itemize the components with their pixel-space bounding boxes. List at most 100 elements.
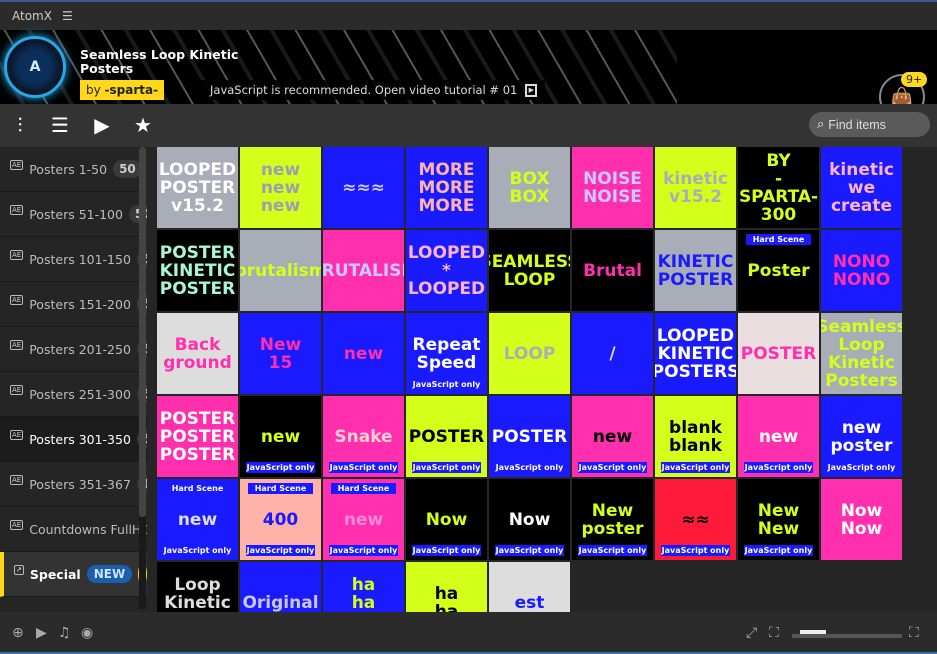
poster-thumbnail[interactable]: LOOP bbox=[489, 313, 570, 394]
video-icon[interactable]: ▶ bbox=[36, 625, 47, 641]
poster-thumbnail[interactable]: BOX BOX bbox=[489, 147, 570, 228]
sidebar-item-label: Posters 101-150 bbox=[29, 251, 131, 267]
poster-thumbnail[interactable]: LOOPED KINETIC POSTERS bbox=[655, 313, 736, 394]
poster-text: Repeat Speed bbox=[412, 334, 481, 373]
item-count-badge: 50 bbox=[113, 160, 142, 178]
poster-thumbnail[interactable]: new Hard Scene JavaScript only bbox=[323, 479, 404, 560]
sidebar-item[interactable]: AE Countdowns FullHD bbox=[0, 507, 147, 552]
poster-text: POSTER bbox=[408, 426, 485, 447]
list-view-icon[interactable]: ☰ bbox=[48, 114, 72, 136]
poster-thumbnail[interactable]: New 15 bbox=[240, 313, 321, 394]
ae-file-icon: AE bbox=[10, 295, 24, 305]
poster-thumbnail[interactable]: LOOPED * LOOPED bbox=[406, 230, 487, 311]
poster-thumbnail[interactable]: Now Now bbox=[821, 479, 902, 560]
poster-text: BOX BOX bbox=[509, 168, 550, 207]
poster-thumbnail[interactable]: Seamless Loop Kinetic Posters bbox=[821, 313, 902, 394]
poster-text: blank blank bbox=[669, 417, 722, 456]
large-grid-icon[interactable]: ⛶ bbox=[909, 625, 919, 641]
poster-thumbnail[interactable]: POSTER JavaScript only bbox=[489, 396, 570, 477]
poster-thumbnail[interactable]: New New JavaScript only bbox=[738, 479, 819, 560]
star-icon[interactable]: ★ bbox=[131, 114, 155, 136]
zoom-slider[interactable] bbox=[792, 634, 902, 638]
hamburger-icon[interactable]: ☰ bbox=[62, 9, 73, 23]
search-box[interactable]: ⌕ bbox=[809, 112, 930, 137]
javascript-only-label: JavaScript only bbox=[744, 545, 813, 556]
sidebar-item[interactable]: AEPosters 51-10050 bbox=[0, 192, 147, 237]
poster-thumbnail[interactable]: New poster JavaScript only bbox=[572, 479, 653, 560]
sliders-icon[interactable]: ⫶ bbox=[8, 114, 32, 136]
sidebar: AEPosters 1-5050AEPosters 51-10050AEPost… bbox=[0, 147, 147, 612]
javascript-only-label: JavaScript only bbox=[578, 545, 647, 556]
poster-thumbnail[interactable]: POSTER JavaScript only bbox=[406, 396, 487, 477]
poster-thumbnail[interactable]: KINETIC POSTER bbox=[655, 230, 736, 311]
javascript-only-label: JavaScript only bbox=[661, 545, 730, 556]
music-icon[interactable]: ♫ bbox=[58, 625, 71, 641]
poster-thumbnail[interactable]: NONO NONO bbox=[821, 230, 902, 311]
poster-text: KINETIC POSTER bbox=[657, 251, 734, 290]
sidebar-scrollbar[interactable] bbox=[139, 147, 146, 609]
bottom-bar: ⊕ ▶ ♫ ◉ ⤢ ⛶ ⛶ bbox=[0, 612, 937, 654]
poster-thumbnail[interactable]: POSTER KINETIC POSTER bbox=[157, 230, 238, 311]
poster-text: LOOPED POSTER v15.2 bbox=[158, 159, 237, 216]
video-tutorial-link[interactable]: JavaScript is recommended. Open video tu… bbox=[198, 80, 546, 100]
poster-thumbnail[interactable]: Now JavaScript only bbox=[406, 479, 487, 560]
sidebar-item[interactable]: AEPosters 301-35050 bbox=[0, 417, 147, 462]
poster-thumbnail[interactable]: SEAMLESS LOOP bbox=[489, 230, 570, 311]
poster-thumbnail[interactable]: new poster JavaScript only bbox=[821, 396, 902, 477]
poster-thumbnail[interactable]: Snake JavaScript only bbox=[323, 396, 404, 477]
poster-text: Now bbox=[425, 509, 468, 530]
poster-thumbnail[interactable]: Brutal bbox=[572, 230, 653, 311]
video-file-icon[interactable]: ▶ bbox=[90, 114, 114, 136]
poster-thumbnail[interactable]: kinetic we create bbox=[821, 147, 902, 228]
sidebar-item-label: Posters 201-250 bbox=[29, 341, 131, 357]
poster-text: brutalism bbox=[240, 260, 321, 281]
small-grid-icon[interactable]: ⛶ bbox=[769, 625, 779, 641]
poster-thumbnail[interactable]: new Hard Scene JavaScript only bbox=[157, 479, 238, 560]
resize-icon[interactable]: ⤢ bbox=[746, 625, 757, 641]
poster-thumbnail[interactable]: BY -SPARTA- 300 bbox=[738, 147, 819, 228]
poster-thumbnail[interactable]: new JavaScript only bbox=[240, 396, 321, 477]
poster-thumbnail[interactable]: new JavaScript only bbox=[738, 396, 819, 477]
poster-thumbnail[interactable]: Now JavaScript only bbox=[489, 479, 570, 560]
sidebar-item-special[interactable]: ↗ Special NEW bbox=[0, 552, 147, 597]
title-bar: AtomX ☰ bbox=[0, 0, 937, 30]
poster-thumbnail[interactable]: MORE MORE MORE bbox=[406, 147, 487, 228]
poster-thumbnail[interactable]: / bbox=[572, 313, 653, 394]
javascript-only-label: JavaScript only bbox=[246, 462, 315, 473]
sidebar-item[interactable]: AE Posters 1-50 50 bbox=[0, 147, 147, 192]
poster-thumbnail[interactable]: new bbox=[323, 313, 404, 394]
poster-text: new bbox=[343, 509, 384, 530]
poster-thumbnail[interactable]: Repeat Speed JavaScript only bbox=[406, 313, 487, 394]
poster-thumbnail[interactable]: POSTER POSTER POSTER bbox=[157, 396, 238, 477]
poster-thumbnail[interactable]: NOISE NOISE bbox=[572, 147, 653, 228]
sidebar-item[interactable]: AEPosters 151-20050 bbox=[0, 282, 147, 327]
poster-thumbnail[interactable]: Poster Hard Scene bbox=[738, 230, 819, 311]
poster-thumbnail[interactable]: 400 Hard Scene JavaScript only bbox=[240, 479, 321, 560]
poster-thumbnail[interactable]: LOOPED POSTER v15.2 bbox=[157, 147, 238, 228]
poster-text: Seamless Loop Kinetic Posters bbox=[821, 316, 902, 391]
sidebar-item[interactable]: AEPosters 251-30050 bbox=[0, 372, 147, 417]
poster-thumbnail[interactable]: blank blank JavaScript only bbox=[655, 396, 736, 477]
poster-text: kinetic we create bbox=[829, 159, 894, 216]
toggle-icon[interactable]: ◉ bbox=[81, 625, 93, 641]
poster-thumbnail[interactable]: kinetic v15.2 bbox=[655, 147, 736, 228]
poster-thumbnail[interactable]: Back ground bbox=[157, 313, 238, 394]
search-input[interactable] bbox=[828, 117, 919, 132]
poster-thumbnail[interactable]: POSTER bbox=[738, 313, 819, 394]
javascript-only-label: JavaScript only bbox=[412, 379, 481, 390]
sidebar-item[interactable]: AEPosters 351-36717 bbox=[0, 462, 147, 507]
3d-object-icon[interactable]: ⊕ bbox=[12, 625, 24, 641]
poster-thumbnail[interactable]: new JavaScript only bbox=[572, 396, 653, 477]
poster-thumbnail[interactable]: ≈≈ JavaScript only bbox=[655, 479, 736, 560]
sidebar-item[interactable]: AEPosters 101-15050 bbox=[0, 237, 147, 282]
author-badge[interactable]: by -sparta- bbox=[80, 80, 165, 100]
poster-text: NONO NONO bbox=[832, 251, 891, 290]
poster-thumbnail[interactable]: brutalism bbox=[240, 230, 321, 311]
poster-thumbnail[interactable]: ≈≈≈ bbox=[323, 147, 404, 228]
poster-thumbnail[interactable]: new new new bbox=[240, 147, 321, 228]
poster-text: Poster bbox=[747, 260, 810, 281]
poster-thumbnail[interactable]: BRUTALISM bbox=[323, 230, 404, 311]
sidebar-item[interactable]: AEPosters 201-25050 bbox=[0, 327, 147, 372]
zoom-slider-thumb[interactable] bbox=[800, 630, 826, 634]
app-title: AtomX bbox=[12, 9, 52, 23]
